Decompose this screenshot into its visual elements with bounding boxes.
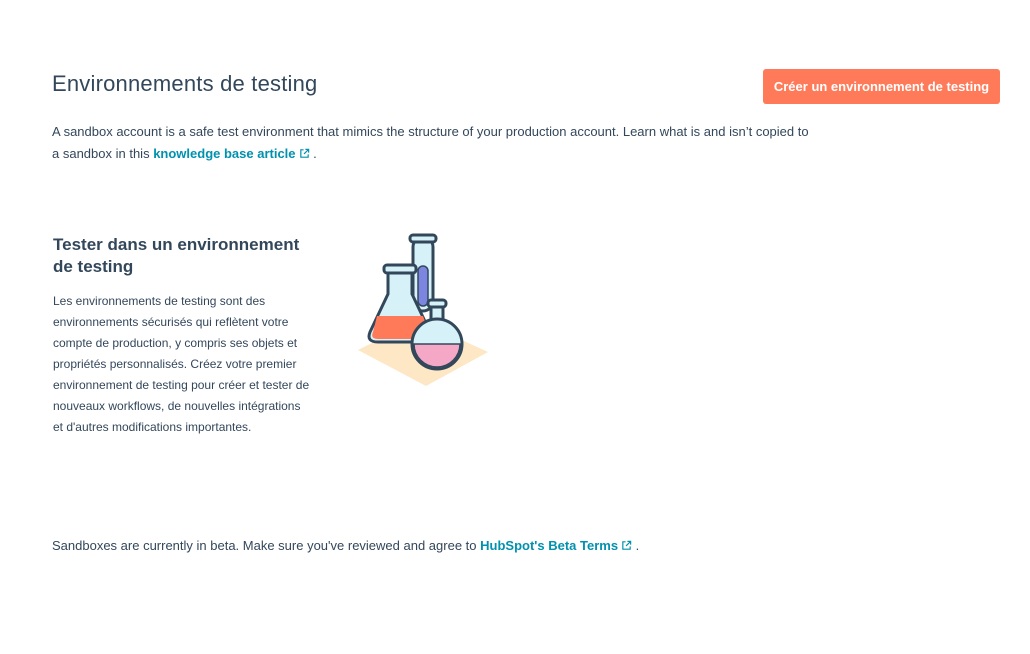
- beta-terms-link-label: HubSpot's Beta Terms: [480, 538, 619, 553]
- create-sandbox-button[interactable]: Créer un environnement de testing: [763, 69, 1000, 104]
- lab-flasks-icon: [358, 233, 488, 386]
- page-title: Environnements de testing: [52, 71, 318, 96]
- knowledge-base-link[interactable]: knowledge base article: [153, 146, 309, 161]
- knowledge-base-link-label: knowledge base article: [153, 146, 296, 161]
- intro-text-after: .: [309, 146, 317, 161]
- empty-state-description: Les environnements de testing sont des e…: [53, 294, 310, 434]
- external-link-icon: [299, 148, 309, 158]
- external-link-icon: [622, 540, 632, 550]
- empty-state-title: Tester dans un environnement de testing: [53, 235, 300, 276]
- beta-notice: Sandboxes are currently in beta. Make su…: [52, 535, 812, 557]
- intro-text: A sandbox account is a safe test environ…: [52, 121, 812, 165]
- beta-notice-text-before: Sandboxes are currently in beta. Make su…: [52, 538, 481, 553]
- beta-notice-text-after: .: [632, 538, 640, 553]
- beta-terms-link[interactable]: HubSpot's Beta Terms: [480, 538, 632, 553]
